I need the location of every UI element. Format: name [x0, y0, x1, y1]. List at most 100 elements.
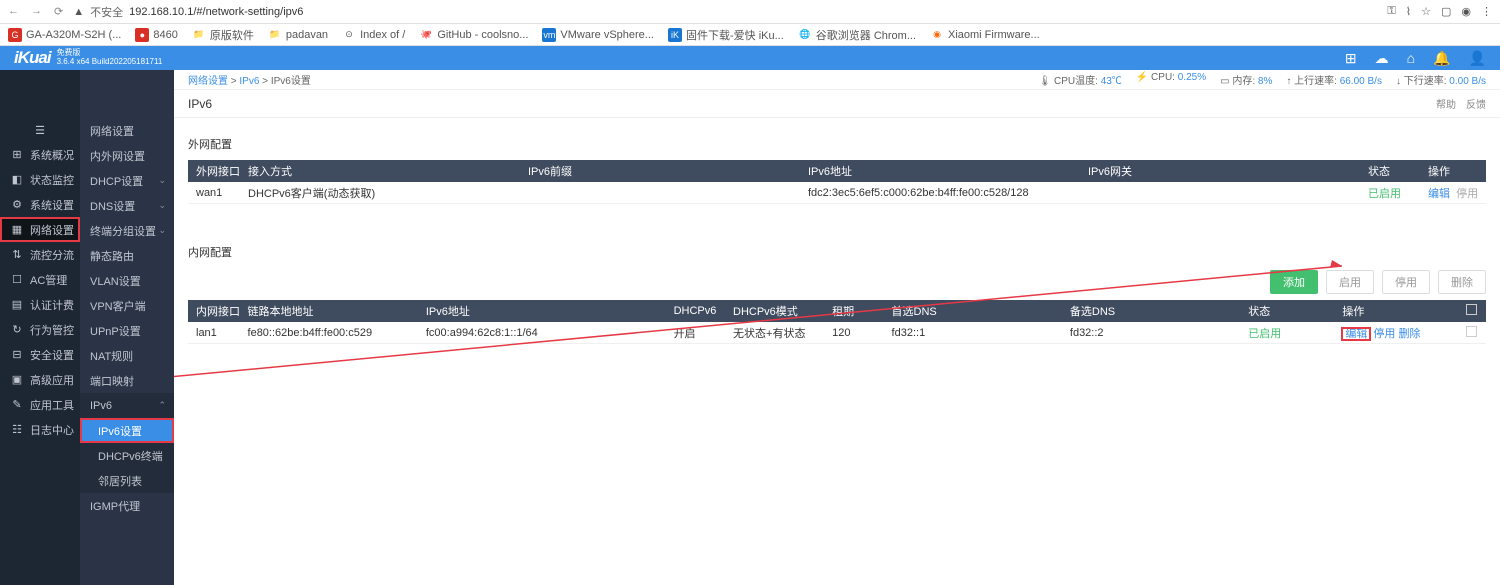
sub-nav-vlan[interactable]: VLAN设置 — [80, 268, 174, 293]
url-text[interactable]: 192.168.10.1/#/network-setting/ipv6 — [129, 6, 303, 18]
main-content: 外网配置 外网接口 接入方式 IPv6前缀 IPv6地址 IPv6网关 状态 操… — [174, 46, 1500, 585]
lan-status: 已启用 — [1248, 325, 1342, 341]
bookmarks-bar: GGA-A320M-S2H (... ●8460 📁原版软件 📁padavan … — [0, 24, 1500, 46]
sub-nav-upnp[interactable]: UPnP设置 — [80, 318, 174, 343]
bookmark-item[interactable]: vmVMware vSphere... — [542, 28, 654, 42]
window-icon[interactable]: ▢ — [1441, 5, 1451, 18]
primary-sidebar: ☰ ⊞系统概况 ◧状态监控 ⚙系统设置 ▦网络设置 ⇅流控分流 ☐AC管理 ▤认… — [0, 46, 80, 585]
menu-icon[interactable]: ⋮ — [1481, 5, 1492, 18]
traffic-icon: ⇅ — [10, 248, 24, 262]
sub-nav-dhcpv6-clients[interactable]: DHCPv6终端 — [80, 443, 174, 468]
disable-button[interactable]: 停用 — [1382, 270, 1430, 294]
sidebar-item-traffic[interactable]: ⇅流控分流 — [0, 242, 80, 267]
bookmark-item[interactable]: ◉Xiaomi Firmware... — [930, 28, 1040, 42]
bookmark-item[interactable]: 🌐谷歌浏览器 Chrom... — [798, 27, 916, 43]
sidebar-item-system[interactable]: ⚙系统设置 — [0, 192, 80, 217]
sub-nav-ipv6-settings[interactable]: IPv6设置 — [80, 418, 174, 443]
lan-actions: 添加 启用 停用 删除 — [188, 270, 1486, 294]
brand-version: 免费版 3.6.4 x64 Build202205181711 — [57, 49, 163, 67]
lan-mode: 无状态+有状态 — [733, 325, 832, 341]
wan-iface: wan1 — [188, 187, 248, 199]
row-checkbox[interactable] — [1466, 326, 1477, 337]
lan-dhcp: 开启 — [674, 325, 733, 341]
delete-button[interactable]: 删除 — [1438, 270, 1486, 294]
gear-icon: ⚙ — [10, 198, 24, 212]
chevron-down-icon: ⌄ — [158, 200, 166, 211]
star-icon[interactable]: ☆ — [1421, 5, 1431, 18]
sub-nav-igmp[interactable]: IGMP代理 — [80, 493, 174, 518]
translate-icon[interactable]: ⌇ — [1406, 5, 1411, 18]
brand-logo: iKuai — [14, 48, 51, 68]
profile-icon[interactable]: ◉ — [1461, 5, 1471, 18]
lan-dns1: fd32::1 — [892, 327, 1070, 339]
ac-icon: ☐ — [10, 273, 24, 287]
sidebar-item-status[interactable]: ◧状态监控 — [0, 167, 80, 192]
sidebar-item-behavior[interactable]: ↻行为管控 — [0, 317, 80, 342]
wan-stop-link[interactable]: 停用 — [1456, 188, 1478, 200]
sub-nav-dns[interactable]: DNS设置⌄ — [80, 193, 174, 218]
lan-dns2: fd32::2 — [1070, 327, 1248, 339]
bookmark-item[interactable]: 📁padavan — [268, 28, 328, 42]
home-icon[interactable]: ⌂ — [1407, 50, 1415, 67]
sub-nav-neighbor-list[interactable]: 邻居列表 — [80, 468, 174, 493]
sub-nav-static-route[interactable]: 静态路由 — [80, 243, 174, 268]
shield-icon: ⊟ — [10, 348, 24, 362]
auth-icon: ▤ — [10, 298, 24, 312]
reload-icon[interactable]: ⟳ — [54, 5, 63, 18]
wan-section-title: 外网配置 — [188, 136, 1486, 152]
sub-nav-wan-lan[interactable]: 内外网设置 — [80, 143, 174, 168]
sidebar-item-logs[interactable]: ☷日志中心 — [0, 417, 80, 442]
sidebar-item-advanced[interactable]: ▣高级应用 — [0, 367, 80, 392]
sub-nav-nat[interactable]: NAT规则 — [80, 343, 174, 368]
lan-disable-link[interactable]: 停用 — [1373, 328, 1395, 340]
lan-table-row: lan1 fe80::62be:b4ff:fe00:c529 fc00:a994… — [188, 322, 1486, 344]
sidebar-item-tools[interactable]: ✎应用工具 — [0, 392, 80, 417]
sub-nav-dhcp[interactable]: DHCP设置⌄ — [80, 168, 174, 193]
back-icon[interactable]: ← — [8, 5, 19, 18]
bookmark-item[interactable]: 🐙GitHub - coolsno... — [419, 28, 528, 42]
sub-nav-port[interactable]: 端口映射 — [80, 368, 174, 393]
key-icon[interactable]: ⚿ — [1387, 5, 1395, 18]
sidebar-item-security[interactable]: ⊟安全设置 — [0, 342, 80, 367]
bookmark-item[interactable]: 📁原版软件 — [192, 27, 254, 43]
sub-nav-ipv6[interactable]: IPv6⌃ — [80, 393, 174, 418]
sidebar-item-network[interactable]: ▦网络设置 — [0, 217, 80, 242]
bookmark-item[interactable]: ⊙Index of / — [342, 28, 405, 42]
lan-edit-link[interactable]: 编辑 — [1342, 328, 1370, 340]
enable-button[interactable]: 启用 — [1326, 270, 1374, 294]
wan-table-header: 外网接口 接入方式 IPv6前缀 IPv6地址 IPv6网关 状态 操作 — [188, 160, 1486, 182]
lan-addr: fc00:a994:62c8:1::1/64 — [426, 327, 674, 339]
browser-toolbar: ← → ⟳ ▲ 不安全 192.168.10.1/#/network-setti… — [0, 0, 1500, 24]
lan-lease: 120 — [832, 327, 891, 339]
sub-nav-header: 网络设置 — [80, 118, 174, 143]
feedback-link[interactable]: 反馈 — [1466, 96, 1486, 111]
bookmark-item[interactable]: ●8460 — [135, 28, 177, 42]
cloud-icon[interactable]: ☁ — [1375, 50, 1389, 67]
user-icon[interactable]: 👤 — [1469, 50, 1486, 67]
help-link[interactable]: 帮助 — [1436, 96, 1456, 111]
sidebar-item-overview[interactable]: ⊞系统概况 — [0, 142, 80, 167]
page-title: IPv6 — [188, 97, 212, 111]
sidebar-item-ac[interactable]: ☐AC管理 — [0, 267, 80, 292]
bookmark-item[interactable]: iK固件下载-爱快 iKu... — [668, 27, 784, 43]
crumb-ipv6[interactable]: IPv6 — [239, 76, 259, 87]
sidebar-item-auth[interactable]: ▤认证计费 — [0, 292, 80, 317]
bell-icon[interactable]: 🔔 — [1433, 50, 1450, 67]
wan-table-row: wan1 DHCPv6客户端(动态获取) fdc2:3ec5:6ef5:c000… — [188, 182, 1486, 204]
grid-icon[interactable]: ⊞ — [1345, 50, 1357, 67]
collapse-icon[interactable]: ☰ — [0, 118, 80, 142]
sub-nav-vpn[interactable]: VPN客户端 — [80, 293, 174, 318]
wan-edit-link[interactable]: 编辑 — [1428, 188, 1450, 200]
breadcrumb: 网络设置 > IPv6 > IPv6设置 — [188, 72, 311, 87]
overview-icon: ⊞ — [10, 148, 24, 162]
select-all-checkbox[interactable] — [1466, 304, 1477, 315]
chevron-down-icon: ⌄ — [158, 225, 166, 236]
add-button[interactable]: 添加 — [1270, 270, 1318, 294]
sub-nav-terminal-group[interactable]: 终端分组设置⌄ — [80, 218, 174, 243]
bookmark-item[interactable]: GGA-A320M-S2H (... — [8, 28, 121, 42]
crumb-network[interactable]: 网络设置 — [188, 76, 228, 87]
chevron-down-icon: ⌄ — [158, 175, 166, 186]
logs-icon: ☷ — [10, 423, 24, 437]
lan-delete-link[interactable]: 删除 — [1398, 328, 1420, 340]
forward-icon[interactable]: → — [31, 5, 42, 18]
